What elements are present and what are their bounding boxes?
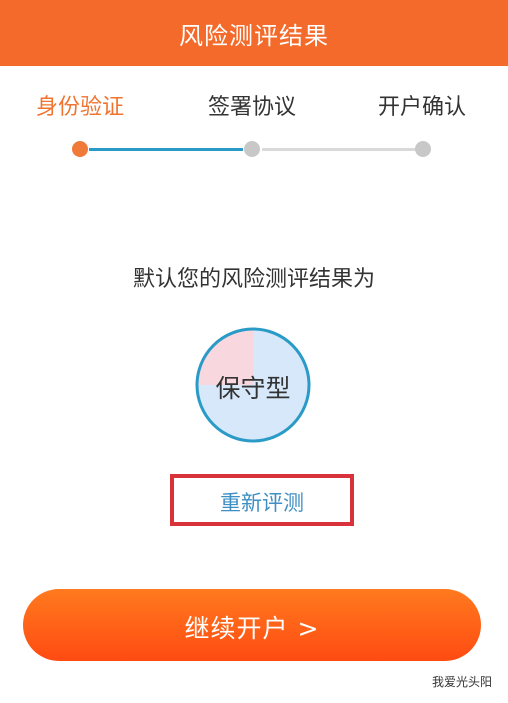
result-prompt: 默认您的风险测评结果为	[132, 267, 375, 292]
page-title: 风险测评结果	[179, 22, 329, 50]
step-dot-pending	[415, 141, 431, 157]
watermark-text: 我爱光头阳	[432, 675, 493, 689]
step-label-account-confirmation: 开户确认	[378, 95, 467, 120]
step-dot-pending	[244, 141, 260, 157]
step-label-sign-agreement: 签署协议	[208, 95, 297, 120]
continue-open-account-button[interactable]: 继续开户 >	[23, 589, 481, 661]
progress-line-completed	[89, 148, 243, 151]
risk-type-label: 保守型	[215, 374, 291, 403]
step-dot-active	[72, 141, 88, 157]
redo-assessment-link[interactable]: 重新评测	[170, 487, 354, 517]
progress-line-pending	[262, 148, 420, 151]
step-label-identity-verification: 身份验证	[36, 95, 125, 120]
header-bar: 风险测评结果	[0, 0, 508, 66]
continue-button-label: 继续开户 >	[184, 614, 320, 643]
